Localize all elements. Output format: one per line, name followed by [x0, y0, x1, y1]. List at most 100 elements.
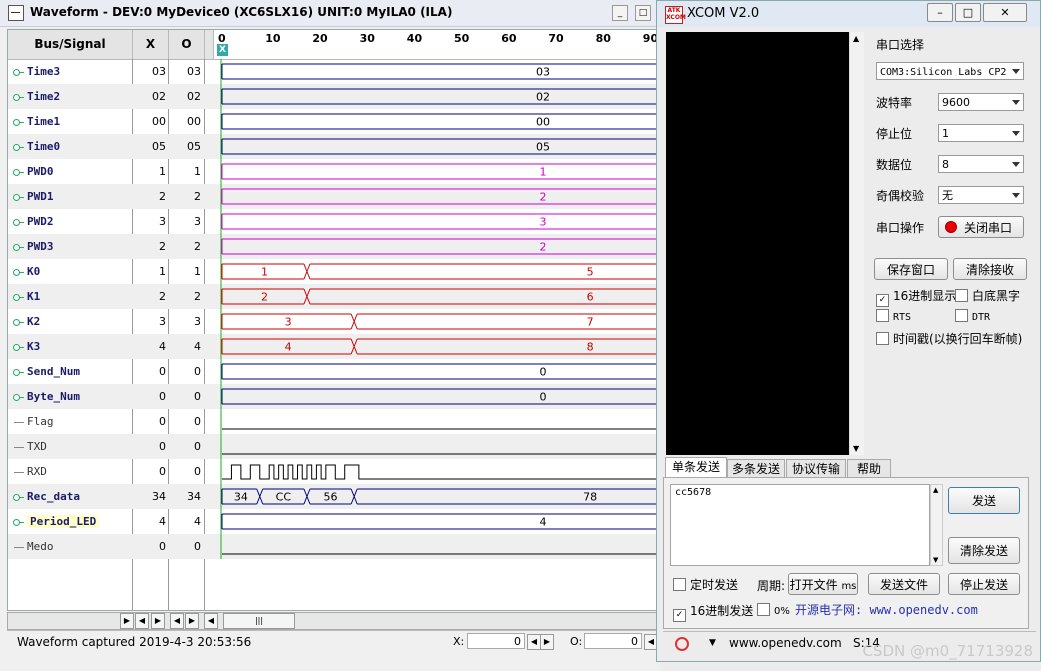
scroll-down-icon[interactable]: ▼ — [933, 556, 938, 564]
x-column-header[interactable]: X — [133, 30, 169, 60]
waveform-trace[interactable] — [214, 534, 658, 559]
signal-row[interactable]: K2 3 3 3 7 — [8, 309, 658, 334]
signal-row[interactable]: Medo 0 0 — [8, 534, 658, 559]
signal-row[interactable]: PWD1 2 2 2 — [8, 184, 658, 209]
open-file-button[interactable]: 打开文件 ms — [788, 573, 858, 595]
waveform-trace[interactable] — [214, 459, 658, 484]
signal-name[interactable]: Time0 — [13, 134, 60, 159]
expand-bus-icon[interactable] — [13, 493, 24, 501]
signal-name[interactable]: K0 — [13, 259, 40, 284]
tab-multi-send[interactable]: 多条发送 — [727, 459, 785, 478]
baud-select[interactable]: 9600 — [938, 93, 1024, 111]
signal-row[interactable]: K3 4 4 4 8 — [8, 334, 658, 359]
tab-single-send[interactable]: 单条发送 — [665, 457, 727, 479]
signal-row[interactable]: Flag 0 0 — [8, 409, 658, 434]
signal-row[interactable]: Rec_data 34 34 34 CC 56 78 — [8, 484, 658, 509]
time-ruler[interactable]: 0 10 20 30 40 50 60 70 80 90 X — [214, 30, 658, 60]
x-cursor-left-icon[interactable]: ◀ — [527, 634, 541, 650]
signal-row[interactable]: TXD 0 0 — [8, 434, 658, 459]
signal-row[interactable]: Time0 05 05 05 — [8, 134, 658, 159]
send-file-button[interactable]: 发送文件 — [868, 573, 940, 595]
signal-row[interactable]: K0 1 1 1 5 — [8, 259, 658, 284]
waveform-trace[interactable]: 2 — [214, 184, 658, 209]
waveform-trace[interactable]: 34 CC 56 78 — [214, 484, 658, 509]
signal-row[interactable]: Time3 03 03 03 — [8, 59, 658, 84]
waveform-trace[interactable]: 1 — [214, 159, 658, 184]
signal-name[interactable]: TXD — [14, 434, 47, 459]
tab-protocol[interactable]: 协议传输 — [786, 459, 846, 478]
scroll-left-icon[interactable]: ◀ — [135, 613, 149, 629]
o-column-header[interactable]: O — [169, 30, 205, 60]
expand-bus-icon[interactable] — [13, 393, 24, 401]
expand-bus-icon[interactable] — [13, 318, 24, 326]
signal-name[interactable]: Time3 — [13, 59, 60, 84]
minimize-icon[interactable]: – — [927, 3, 953, 22]
waveform-trace[interactable]: 0 — [214, 384, 658, 409]
receive-scrollbar[interactable]: ▲ ▼ — [849, 32, 864, 455]
send-text-input[interactable]: cc5678 — [670, 484, 930, 566]
send-button[interactable]: 发送 — [948, 487, 1020, 514]
signal-row[interactable]: Period_LED 4 4 4 — [8, 509, 658, 534]
scroll-up-icon[interactable]: ▲ — [933, 486, 938, 494]
waveform-trace[interactable]: 26 — [214, 284, 658, 309]
tab-help[interactable]: 帮助 — [847, 459, 891, 478]
expand-bus-icon[interactable] — [13, 93, 24, 101]
signal-name[interactable]: K1 — [13, 284, 40, 309]
scroll-left-icon[interactable]: ◀ — [170, 613, 184, 629]
waveform-trace[interactable]: 03 — [214, 59, 658, 84]
waveform-trace[interactable]: 02 — [214, 84, 658, 109]
waveform-trace[interactable]: 0 — [214, 359, 658, 384]
o-cursor-field[interactable]: 0 — [584, 633, 642, 649]
expand-bus-icon[interactable] — [13, 293, 24, 301]
scroll-right-icon[interactable]: ▶ — [120, 613, 134, 629]
rts-checkbox[interactable]: RTS — [876, 309, 911, 323]
stop-send-button[interactable]: 停止发送 — [948, 573, 1020, 595]
expand-bus-icon[interactable] — [13, 518, 24, 526]
white-bg-checkbox[interactable]: 白底黑字 — [955, 287, 1020, 304]
expand-bus-icon[interactable] — [13, 118, 24, 126]
send-scrollbar[interactable]: ▲ ▼ — [930, 484, 943, 566]
hex-send-checkbox[interactable]: ✓ 16进制发送 — [673, 602, 753, 622]
signal-name[interactable]: Flag — [14, 409, 54, 434]
expand-bus-icon[interactable] — [13, 143, 24, 151]
timed-send-checkbox[interactable]: 定时发送 — [673, 576, 738, 593]
signal-row[interactable]: Time1 00 00 00 — [8, 109, 658, 134]
expand-bus-icon[interactable] — [13, 168, 24, 176]
expand-bus-icon[interactable] — [13, 68, 24, 76]
x-cursor-field[interactable]: 0 — [467, 633, 525, 649]
settings-icon[interactable] — [675, 637, 689, 651]
scroll-right-icon[interactable]: ▶ — [185, 613, 199, 629]
clear-receive-button[interactable]: 清除接收 — [953, 258, 1027, 280]
dtr-checkbox[interactable]: DTR — [955, 309, 990, 323]
hex-display-checkbox[interactable]: ✓ 16进制显示 — [876, 287, 956, 307]
waveform-trace[interactable]: 05 — [214, 134, 658, 159]
horizontal-scrollbar[interactable]: ▶ ◀ ▶ ◀ ▶ ◀ ||| — [7, 612, 659, 630]
waveform-trace[interactable]: 4 — [214, 509, 658, 534]
scroll-thumb[interactable]: ||| — [223, 613, 295, 629]
signal-name[interactable]: Send_Num — [13, 359, 80, 384]
openedv-link[interactable]: 开源电子网: www.openedv.com — [795, 601, 978, 618]
stop-bits-select[interactable]: 1 — [938, 124, 1024, 142]
signal-name[interactable]: PWD2 — [13, 209, 54, 234]
signal-name[interactable]: PWD1 — [13, 184, 54, 209]
signal-name[interactable]: Time1 — [13, 109, 60, 134]
signal-name[interactable]: K3 — [13, 334, 40, 359]
close-port-button[interactable]: 关闭串口 — [938, 216, 1024, 238]
signal-name[interactable]: RXD — [14, 459, 47, 484]
expand-bus-icon[interactable] — [13, 193, 24, 201]
timestamp-checkbox[interactable]: 时间戳(以换行回车断帧) — [876, 330, 1022, 347]
signal-name[interactable]: PWD3 — [13, 234, 54, 259]
signal-name[interactable]: Rec_data — [13, 484, 80, 509]
signal-row[interactable]: PWD0 1 1 1 — [8, 159, 658, 184]
waveform-trace[interactable]: 48 — [214, 334, 658, 359]
signal-row[interactable]: RXD 0 0 — [8, 459, 658, 484]
minimize-icon[interactable]: _ — [612, 5, 628, 21]
signal-row[interactable]: K1 2 2 2 6 — [8, 284, 658, 309]
signal-name[interactable]: Byte_Num — [13, 384, 80, 409]
signal-row[interactable]: Byte_Num 0 0 0 — [8, 384, 658, 409]
waveform-trace[interactable]: 3 — [214, 209, 658, 234]
maximize-icon[interactable]: □ — [955, 3, 981, 22]
expand-bus-icon[interactable] — [13, 368, 24, 376]
parity-select[interactable]: 无 — [938, 186, 1024, 204]
expand-bus-icon[interactable] — [13, 268, 24, 276]
